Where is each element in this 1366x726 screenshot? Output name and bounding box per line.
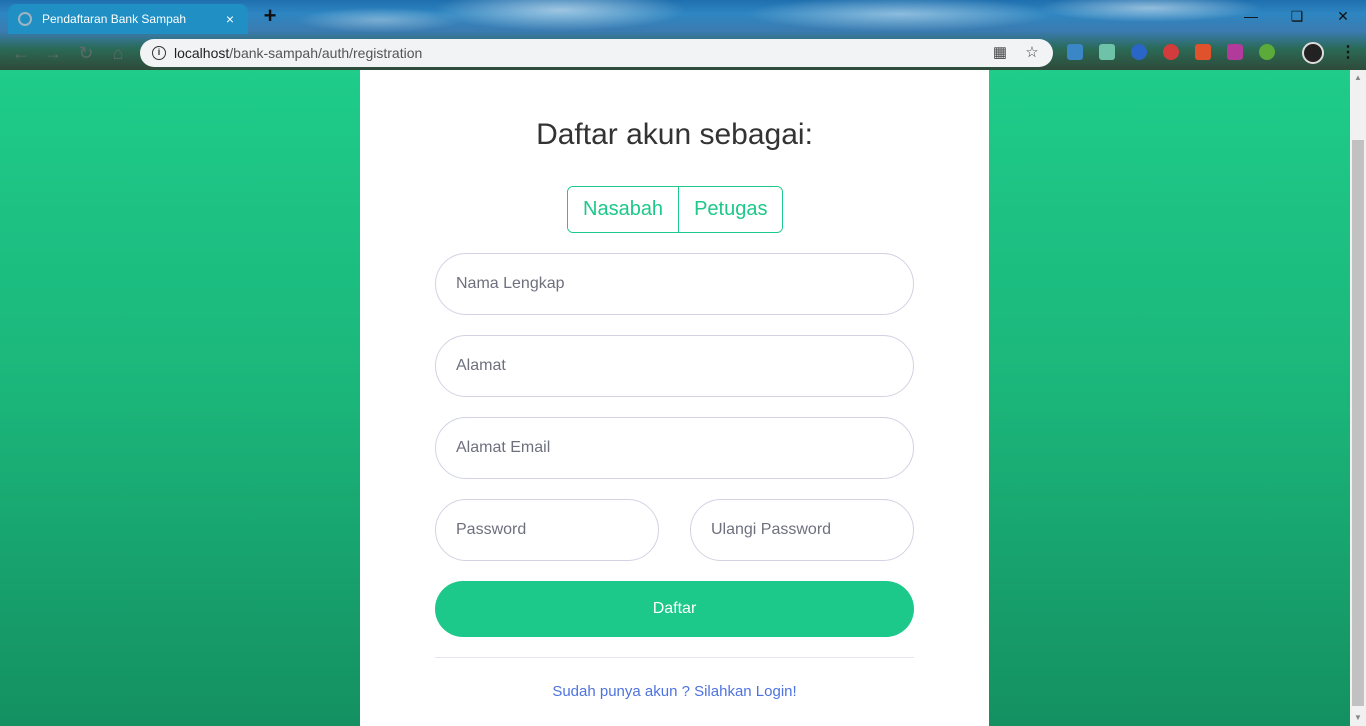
email-input[interactable]: Alamat Email — [435, 417, 914, 479]
favicon-icon — [18, 12, 32, 26]
browser-chrome: Pendaftaran Bank Sampah × + — ❏ ✕ ← → ↻ … — [0, 0, 1366, 70]
url-host: localhost — [174, 45, 230, 61]
restore-icon[interactable]: ❏ — [1274, 4, 1320, 28]
close-tab-icon[interactable]: × — [222, 11, 238, 27]
scrollbar[interactable]: ▲ ▼ — [1350, 70, 1366, 726]
extension-icon[interactable] — [1163, 44, 1179, 60]
extension-icon[interactable] — [1099, 44, 1115, 60]
window-close-icon[interactable]: ✕ — [1320, 4, 1366, 28]
translate-icon[interactable]: ▦ — [991, 44, 1009, 62]
forward-icon[interactable]: → — [42, 42, 64, 64]
menu-icon[interactable]: ⋮ — [1340, 42, 1356, 64]
scroll-up-icon[interactable]: ▲ — [1350, 70, 1366, 86]
profile-avatar[interactable] — [1302, 42, 1324, 64]
registration-card: Daftar akun sebagai: Nasabah Petugas Nam… — [360, 70, 989, 726]
extension-icon[interactable] — [1067, 44, 1083, 60]
extension-icon[interactable] — [1131, 44, 1147, 60]
site-info-icon[interactable]: i — [152, 46, 166, 60]
extension-icon[interactable] — [1259, 44, 1275, 60]
divider — [435, 657, 914, 658]
password-input[interactable]: Password — [435, 499, 659, 561]
role-selector: Nasabah Petugas — [567, 186, 784, 233]
scroll-down-icon[interactable]: ▼ — [1350, 710, 1366, 726]
reload-icon[interactable]: ↻ — [75, 42, 97, 64]
role-nasabah-button[interactable]: Nasabah — [568, 187, 679, 232]
home-icon[interactable]: ⌂ — [107, 42, 129, 64]
address-input[interactable]: Alamat — [435, 335, 914, 397]
extension-icon[interactable] — [1227, 44, 1243, 60]
page-background: Daftar akun sebagai: Nasabah Petugas Nam… — [0, 70, 1350, 726]
scrollbar-thumb[interactable] — [1352, 140, 1364, 706]
tab-title: Pendaftaran Bank Sampah — [42, 12, 187, 26]
repeat-password-input[interactable]: Ulangi Password — [690, 499, 914, 561]
url-text[interactable]: localhost/bank-sampah/auth/registration — [174, 45, 977, 61]
role-petugas-button[interactable]: Petugas — [678, 187, 783, 232]
browser-tab[interactable]: Pendaftaran Bank Sampah × — [8, 4, 248, 34]
address-bar[interactable]: i localhost/bank-sampah/auth/registratio… — [140, 39, 1053, 67]
minimize-icon[interactable]: — — [1228, 4, 1274, 28]
browser-toolbar: ← → ↻ ⌂ i localhost/bank-sampah/auth/reg… — [0, 36, 1366, 70]
back-icon[interactable]: ← — [10, 42, 32, 64]
extension-icon[interactable] — [1195, 44, 1211, 60]
bookmark-star-icon[interactable]: ☆ — [1023, 44, 1041, 62]
full-name-input[interactable]: Nama Lengkap — [435, 253, 914, 315]
login-link[interactable]: Sudah punya akun ? Silahkan Login! — [360, 683, 989, 700]
register-button[interactable]: Daftar — [435, 581, 914, 637]
url-path: /bank-sampah/auth/registration — [229, 45, 423, 61]
new-tab-button[interactable]: + — [259, 5, 281, 27]
page-title: Daftar akun sebagai: — [536, 118, 813, 151]
